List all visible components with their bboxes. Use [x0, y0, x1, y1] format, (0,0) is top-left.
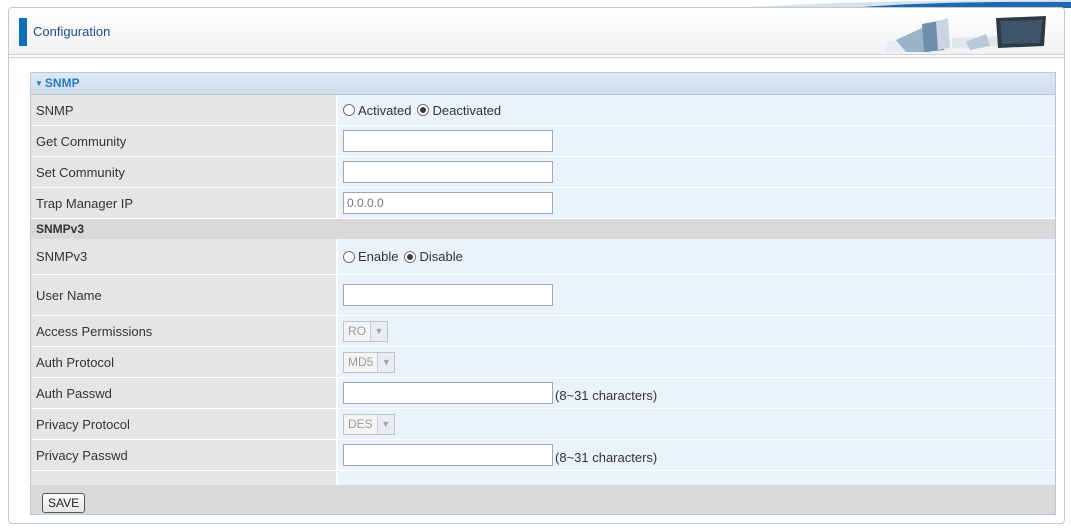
snmp-label: SNMP	[31, 95, 336, 126]
privacy-protocol-select[interactable]: DES ▼	[343, 413, 395, 435]
row-access-permissions: Access Permissions RO ▼	[31, 316, 1055, 347]
spacer-cell	[336, 471, 1055, 485]
snmp-panel: ▼ SNMP SNMP Activated Deactivated Get Com…	[30, 72, 1056, 515]
radio-icon[interactable]	[417, 104, 430, 116]
access-permissions-select[interactable]: RO ▼	[343, 320, 388, 342]
snmpv3-disable-radio[interactable]: Disable	[404, 249, 463, 264]
collapse-triangle-icon[interactable]: ▼	[35, 79, 43, 88]
access-permissions-label: Access Permissions	[31, 316, 336, 347]
trap-manager-ip-label: Trap Manager IP	[31, 188, 336, 219]
section-header[interactable]: ▼ SNMP	[31, 73, 1055, 95]
header-banner-art	[886, 16, 1046, 52]
trap-manager-ip-input[interactable]	[343, 192, 553, 214]
snmp-deactivated-radio[interactable]: Deactivated	[417, 103, 501, 118]
dropdown-arrow-icon[interactable]: ▼	[377, 352, 395, 372]
row-trap-manager-ip: Trap Manager IP	[31, 188, 1055, 219]
auth-passwd-hint: (8~31 characters)	[555, 387, 658, 403]
privacy-protocol-label: Privacy Protocol	[31, 409, 336, 440]
header-divider	[9, 57, 1064, 58]
row-spacer	[31, 471, 1055, 485]
snmpv3-label: SNMPv3	[31, 239, 336, 275]
privacy-passwd-input[interactable]	[343, 444, 553, 466]
auth-passwd-label: Auth Passwd	[31, 378, 336, 409]
set-community-input[interactable]	[343, 161, 553, 183]
snmpv3-enable-radio[interactable]: Enable	[343, 249, 398, 264]
row-get-community: Get Community	[31, 126, 1055, 157]
row-user-name: User Name	[31, 275, 1055, 316]
radio-label: Activated	[358, 102, 412, 118]
radio-icon[interactable]	[343, 250, 355, 263]
user-name-input[interactable]	[343, 284, 553, 306]
snmpv3-subheader: SNMPv3	[31, 219, 1055, 239]
radio-icon[interactable]	[404, 250, 417, 263]
row-snmp: SNMP Activated Deactivated	[31, 95, 1055, 126]
select-value: RO	[348, 324, 366, 338]
spacer-cell	[31, 471, 336, 485]
page-title: Configuration	[33, 24, 111, 39]
auth-protocol-select[interactable]: MD5 ▼	[343, 351, 396, 373]
config-frame: Configuration ▼ SNMP SNMP Activated Deac…	[8, 7, 1065, 524]
radio-label: Disable	[419, 249, 463, 264]
dropdown-arrow-icon[interactable]: ▼	[376, 414, 394, 434]
row-auth-protocol: Auth Protocol MD5 ▼	[31, 347, 1055, 378]
page-header: Configuration	[9, 8, 1064, 55]
radio-icon[interactable]	[343, 104, 355, 116]
radio-label: Enable	[358, 249, 399, 264]
auth-protocol-label: Auth Protocol	[31, 347, 336, 378]
row-auth-passwd: Auth Passwd (8~31 characters)	[31, 378, 1055, 409]
row-snmpv3: SNMPv3 Enable Disable	[31, 239, 1055, 275]
snmp-activated-radio[interactable]: Activated	[343, 103, 411, 118]
auth-passwd-input[interactable]	[343, 382, 553, 404]
select-value: DES	[348, 417, 373, 431]
select-value: MD5	[348, 355, 374, 369]
get-community-input[interactable]	[343, 130, 553, 152]
row-privacy-passwd: Privacy Passwd (8~31 characters)	[31, 440, 1055, 471]
user-name-label: User Name	[31, 275, 336, 316]
get-community-label: Get Community	[31, 126, 336, 157]
dropdown-arrow-icon[interactable]: ▼	[370, 321, 387, 341]
radio-label: Deactivated	[432, 102, 502, 118]
row-set-community: Set Community	[31, 157, 1055, 188]
privacy-passwd-hint: (8~31 characters)	[555, 449, 658, 465]
save-button[interactable]: SAVE	[42, 493, 86, 513]
set-community-label: Set Community	[31, 157, 336, 188]
section-title: SNMP	[44, 76, 80, 90]
form-footer: SAVE	[31, 485, 1055, 514]
row-privacy-protocol: Privacy Protocol DES ▼	[31, 409, 1055, 440]
header-accent-bar	[19, 18, 27, 46]
privacy-passwd-label: Privacy Passwd	[31, 440, 336, 471]
